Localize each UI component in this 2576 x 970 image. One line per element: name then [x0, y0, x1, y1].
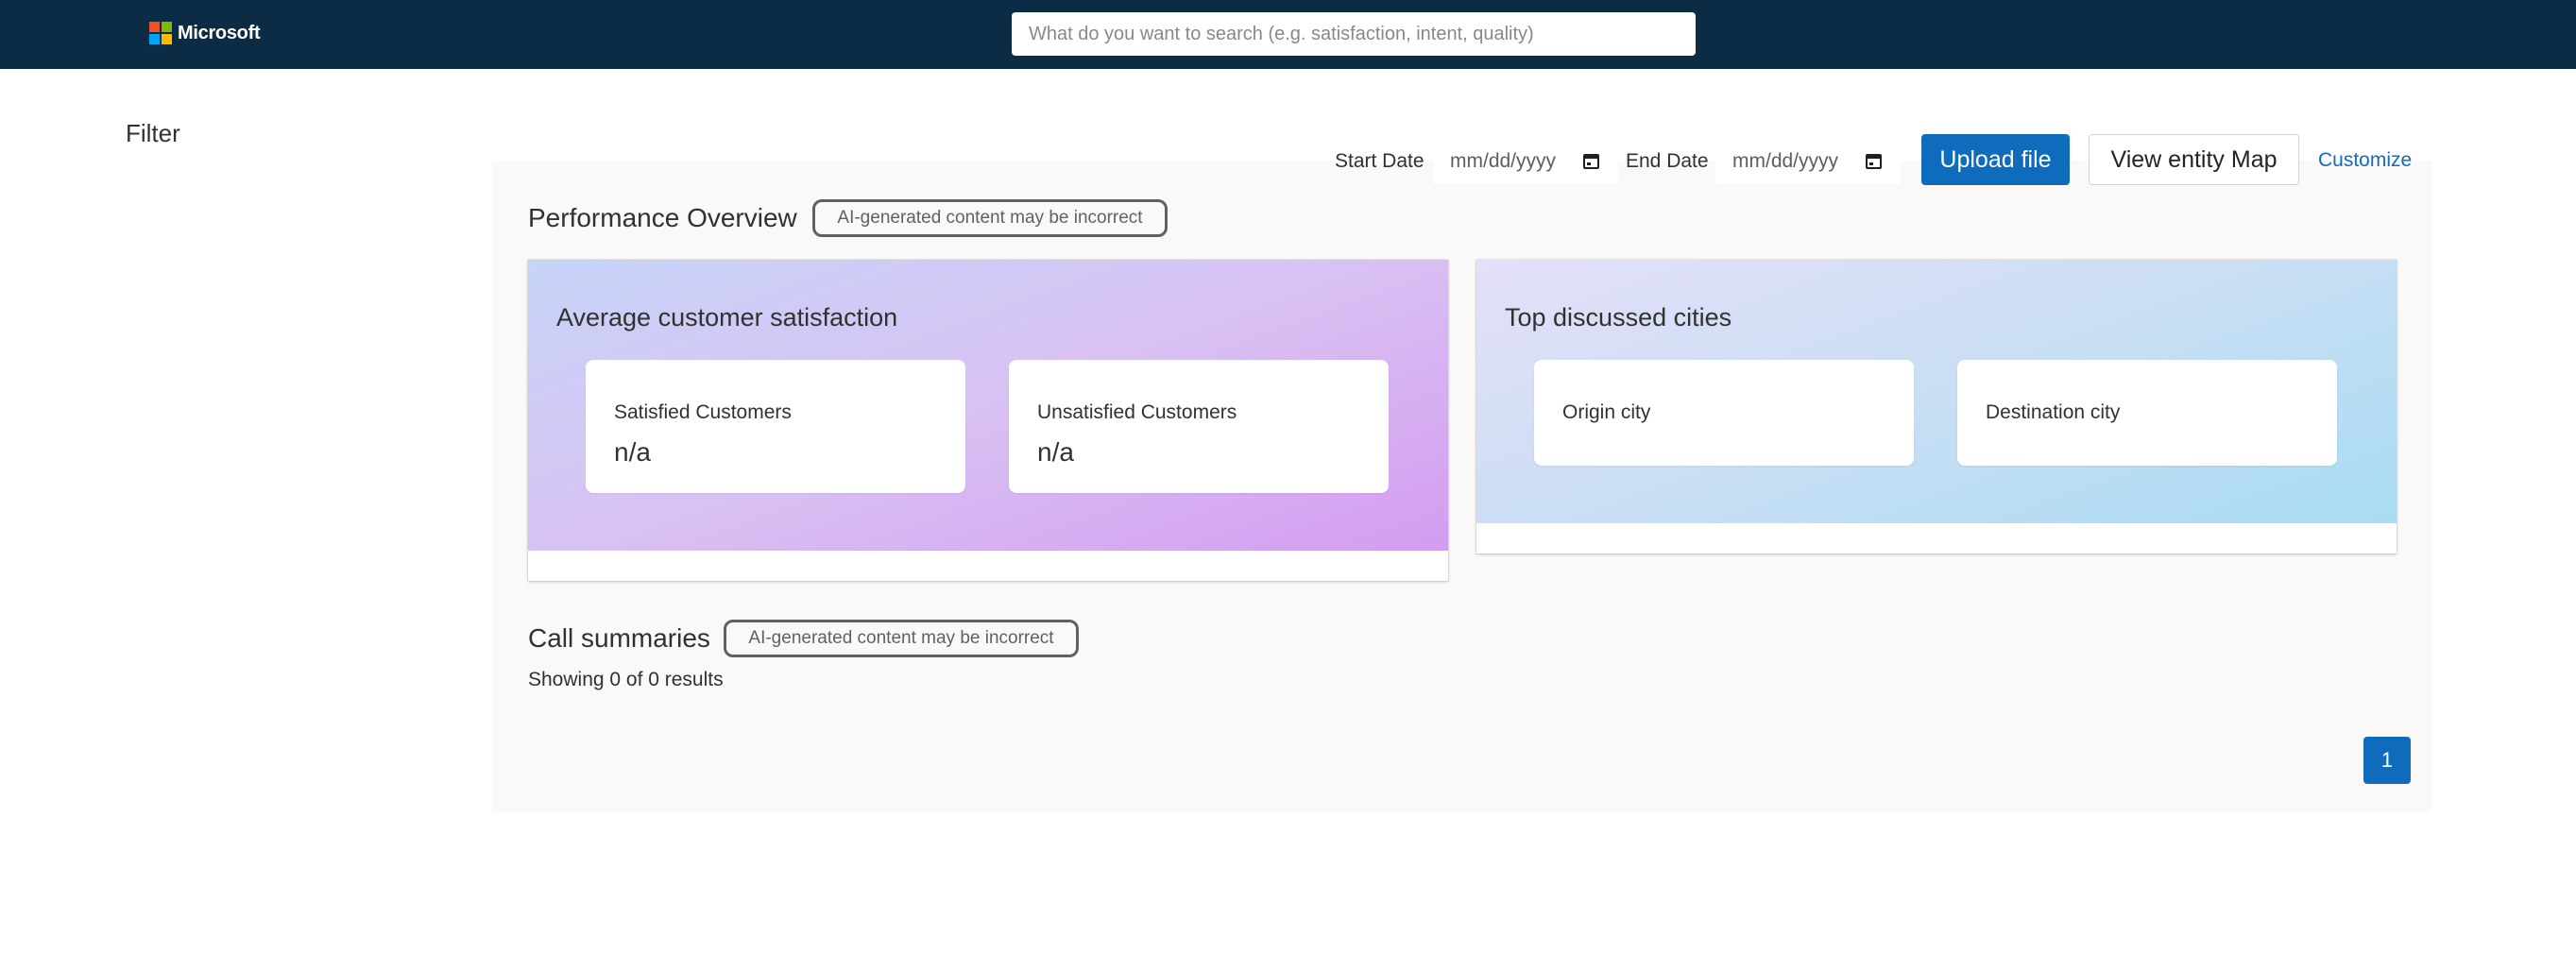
- top-navigation-bar: Microsoft: [0, 0, 2576, 69]
- performance-overview-title: Performance Overview: [528, 203, 797, 232]
- top-cities-card: Top discussed cities Origin city Destina…: [1476, 260, 2397, 553]
- satisfied-customers-label: Satisfied Customers: [614, 401, 792, 423]
- unsatisfied-customers-value: n/a: [1037, 437, 1074, 467]
- ai-disclaimer-badge: AI-generated content may be incorrect: [724, 620, 1079, 657]
- brand[interactable]: Microsoft: [149, 22, 261, 44]
- satisfied-customers-value: n/a: [614, 437, 651, 467]
- end-date-value: mm/dd/yyyy: [1732, 150, 1839, 172]
- calendar-icon[interactable]: [1583, 154, 1599, 169]
- destination-city-tile: Destination city: [1957, 360, 2337, 466]
- start-date-value: mm/dd/yyyy: [1450, 150, 1557, 172]
- microsoft-logo-icon: [149, 22, 172, 44]
- start-date-label: Start Date: [1335, 150, 1424, 172]
- calendar-icon[interactable]: [1866, 154, 1882, 169]
- results-count: Showing 0 of 0 results: [528, 669, 724, 690]
- destination-city-label: Destination city: [1986, 401, 2121, 423]
- satisfied-customers-tile: Satisfied Customers n/a: [586, 360, 965, 493]
- filter-title: Filter: [126, 119, 180, 147]
- call-summaries-title: Call summaries: [528, 623, 710, 653]
- origin-city-tile: Origin city: [1534, 360, 1914, 466]
- end-date-input[interactable]: mm/dd/yyyy: [1715, 139, 1901, 184]
- satisfaction-card: Average customer satisfaction Satisfied …: [528, 260, 1448, 581]
- view-entity-map-button[interactable]: View entity Map: [2089, 134, 2299, 185]
- ai-disclaimer-badge: AI-generated content may be incorrect: [812, 199, 1168, 237]
- start-date-input[interactable]: mm/dd/yyyy: [1433, 139, 1618, 184]
- unsatisfied-customers-label: Unsatisfied Customers: [1037, 401, 1237, 423]
- customize-link[interactable]: Customize: [2318, 149, 2412, 172]
- top-cities-card-title: Top discussed cities: [1505, 303, 1732, 332]
- unsatisfied-customers-tile: Unsatisfied Customers n/a: [1009, 360, 1389, 493]
- pagination-page-button[interactable]: 1: [2363, 737, 2411, 784]
- satisfaction-card-body: Average customer satisfaction Satisfied …: [528, 260, 1448, 551]
- satisfaction-card-title: Average customer satisfaction: [556, 303, 898, 332]
- origin-city-label: Origin city: [1562, 401, 1651, 423]
- brand-name: Microsoft: [178, 22, 261, 43]
- end-date-label: End Date: [1626, 150, 1709, 172]
- upload-file-button[interactable]: Upload file: [1921, 134, 2070, 185]
- search-input[interactable]: [1012, 12, 1696, 56]
- top-cities-card-body: Top discussed cities Origin city Destina…: [1476, 260, 2397, 523]
